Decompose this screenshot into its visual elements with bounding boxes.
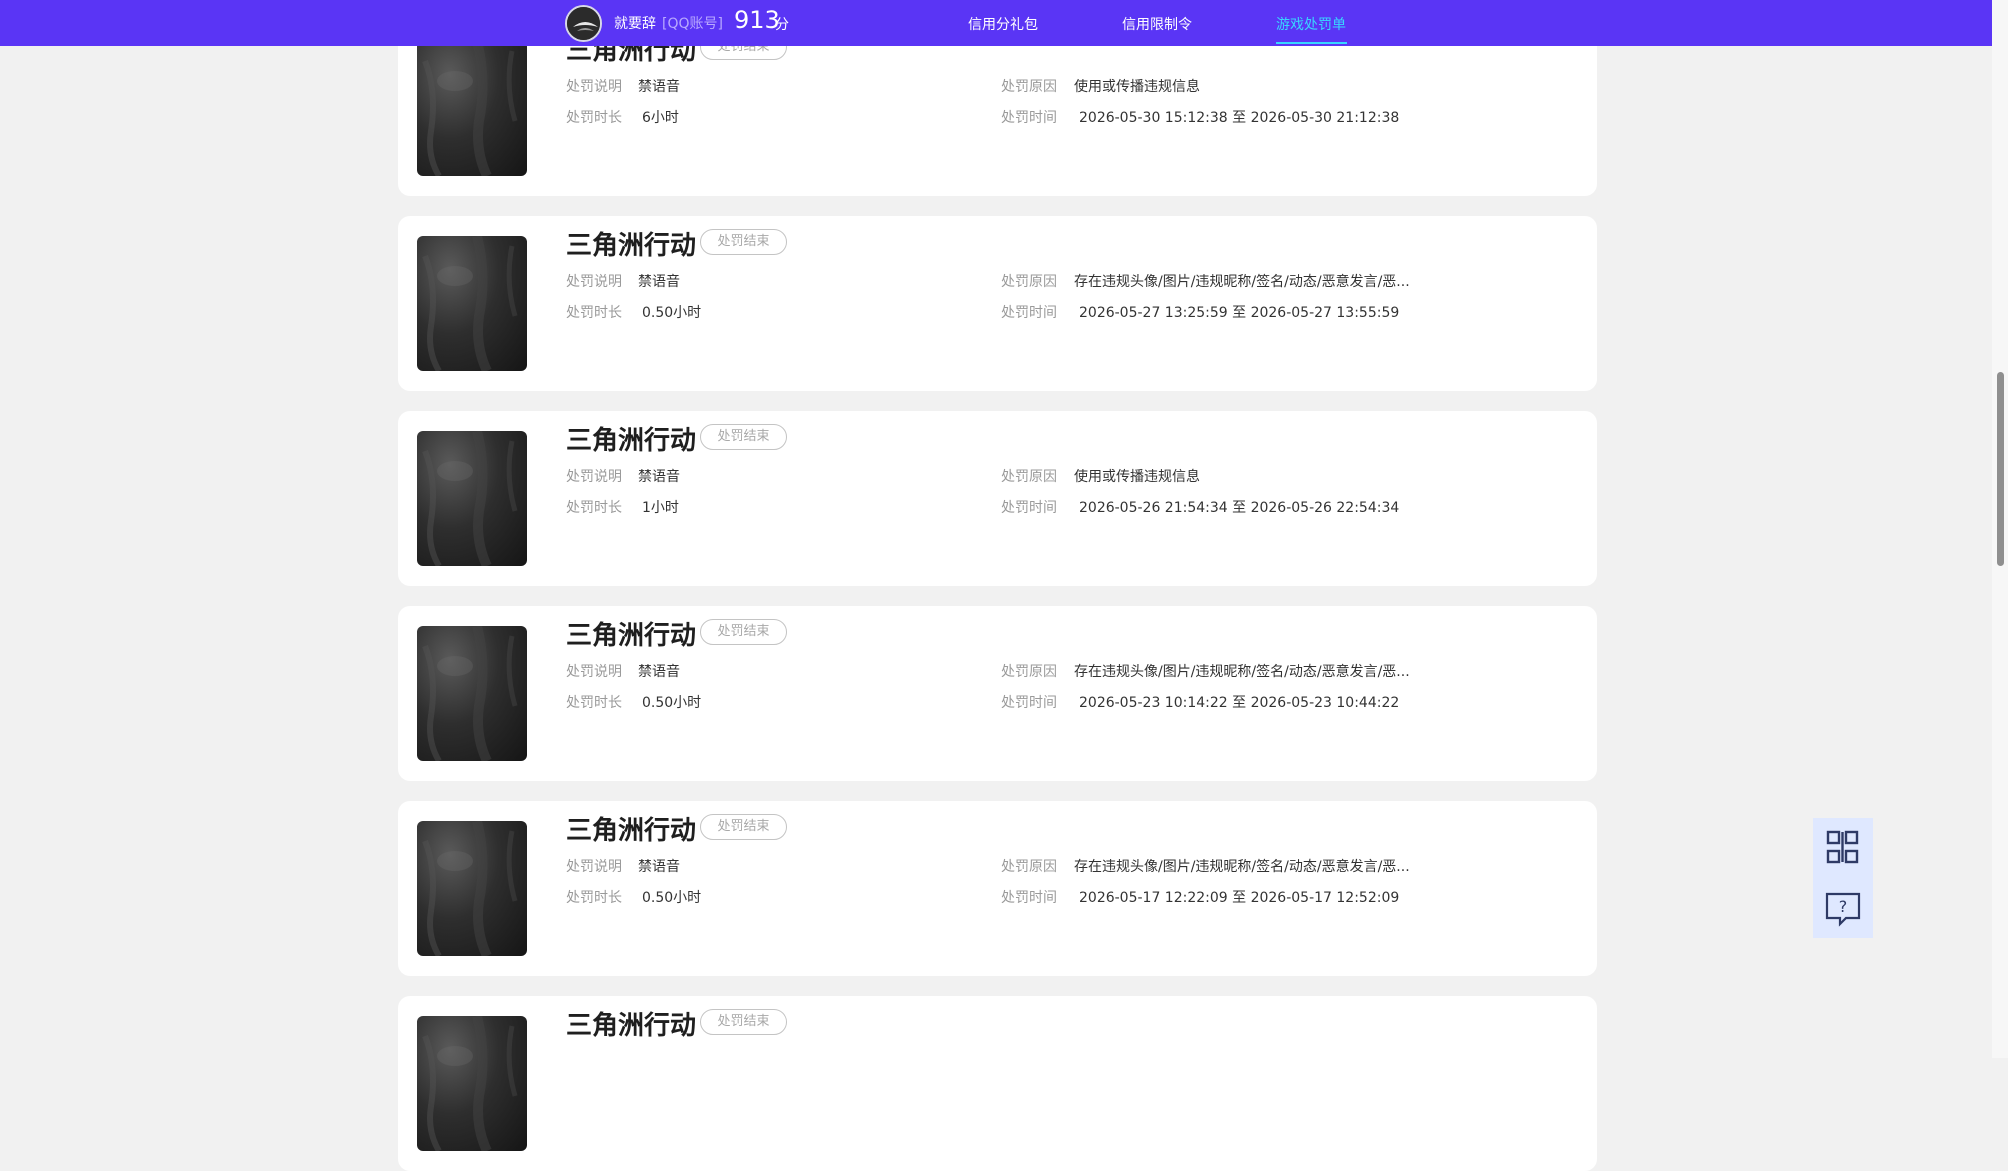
penalty-desc-value: 禁语音 — [638, 274, 680, 290]
game-cover-image — [417, 41, 527, 176]
nav-game-penalty[interactable]: 游戏处罚单 — [1276, 14, 1346, 34]
penalty-duration-label: 处罚时长 — [566, 305, 622, 321]
penalty-record-card: 三角洲行动 处罚结束 — [398, 996, 1597, 1171]
help-chat-button[interactable]: ? — [1813, 878, 1873, 938]
penalty-time-value: 2026-05-30 15:12:38 至 2026-05-30 21:12:3… — [1079, 110, 1400, 126]
penalty-time-value: 2026-05-23 10:14:22 至 2026-05-23 10:44:2… — [1079, 695, 1400, 711]
active-tab-indicator — [1276, 42, 1347, 44]
user-name: 就要辞 — [614, 16, 656, 32]
penalty-reason-label: 处罚原因 — [1001, 664, 1057, 680]
penalty-reason-label: 处罚原因 — [1001, 859, 1057, 875]
penalty-duration-label: 处罚时长 — [566, 500, 622, 516]
penalty-reason-label: 处罚原因 — [1001, 469, 1057, 485]
game-title: 三角洲行动 — [566, 231, 697, 261]
penalty-duration-value: 0.50小时 — [642, 695, 702, 711]
game-title: 三角洲行动 — [566, 816, 697, 846]
penalty-reason-value: 存在违规头像/图片/违规昵称/签名/动态/恶意发言/恶... — [1074, 274, 1410, 290]
game-cover-image — [417, 626, 527, 761]
penalty-duration-value: 0.50小时 — [642, 890, 702, 906]
penalty-time-value: 2026-05-17 12:22:09 至 2026-05-17 12:52:0… — [1079, 890, 1400, 906]
nav-credit-gift[interactable]: 信用分礼包 — [968, 14, 1038, 34]
top-nav-bar: 就要辞 [QQ账号] 913 分 信用分礼包 信用限制令 游戏处罚单 — [0, 0, 1992, 46]
svg-text:?: ? — [1839, 897, 1848, 916]
credit-score: 913 — [734, 6, 780, 34]
penalty-reason-value: 使用或传播违规信息 — [1074, 469, 1200, 485]
penalty-time-label: 处罚时间 — [1001, 695, 1057, 711]
user-avatar[interactable] — [565, 5, 602, 42]
penalty-desc-label: 处罚说明 — [566, 859, 622, 875]
penalty-time-value: 2026-05-26 21:54:34 至 2026-05-26 22:54:3… — [1079, 500, 1400, 516]
penalty-time-label: 处罚时间 — [1001, 890, 1057, 906]
penalty-time-label: 处罚时间 — [1001, 110, 1057, 126]
help-chat-icon: ? — [1825, 892, 1861, 927]
game-cover-image — [417, 821, 527, 956]
penalty-desc-value: 禁语音 — [638, 469, 680, 485]
penalty-time-label: 处罚时间 — [1001, 305, 1057, 321]
qr-code-button[interactable] — [1813, 818, 1873, 878]
penalty-desc-label: 处罚说明 — [566, 274, 622, 290]
penalty-desc-label: 处罚说明 — [566, 79, 622, 95]
penalty-record-card: 三角洲行动 处罚结束 处罚说明 禁语音 处罚时长 6小时 处罚原因 使用或传播违规信息 处罚时间… — [398, 21, 1597, 196]
penalty-desc-label: 处罚说明 — [566, 469, 622, 485]
penalty-record-card: 三角洲行动 处罚结束处罚说明 禁语音 处罚时长 0.50小时 处罚原因 存在违规头像/图片/… — [398, 216, 1597, 391]
account-type-tag: [QQ账号] — [662, 16, 723, 32]
game-cover-image — [417, 236, 527, 371]
penalty-record-card: 三角洲行动 处罚结束处罚说明 禁语音 处罚时长 0.50小时 处罚原因 存在违规头像/图片/… — [398, 606, 1597, 781]
penalty-record-card: 三角洲行动 处罚结束处罚说明 禁语音 处罚时长 0.50小时 处罚原因 存在违规头像/图片/… — [398, 801, 1597, 976]
game-title: 三角洲行动 — [566, 1011, 697, 1041]
penalty-duration-label: 处罚时长 — [566, 110, 622, 126]
status-badge: 处罚结束 — [700, 229, 787, 255]
status-badge: 处罚结束 — [700, 1009, 787, 1035]
status-badge: 处罚结束 — [700, 619, 787, 645]
penalty-reason-label: 处罚原因 — [1001, 79, 1057, 95]
penalty-duration-value: 0.50小时 — [642, 305, 702, 321]
penalty-record-card: 三角洲行动 处罚结束处罚说明 禁语音 处罚时长 1小时 处罚原因 使用或传播违规信息处罚时间… — [398, 411, 1597, 586]
game-title: 三角洲行动 — [566, 621, 697, 651]
credit-score-unit: 分 — [775, 17, 789, 33]
status-badge: 处罚结束 — [700, 424, 787, 450]
penalty-reason-value: 存在违规头像/图片/违规昵称/签名/动态/恶意发言/恶... — [1074, 664, 1410, 680]
penalty-time-value: 2026-05-27 13:25:59 至 2026-05-27 13:55:5… — [1079, 305, 1400, 321]
penalty-duration-value: 6小时 — [642, 110, 679, 126]
penalty-time-label: 处罚时间 — [1001, 500, 1057, 516]
penalty-desc-value: 禁语音 — [638, 859, 680, 875]
game-cover-image — [417, 1016, 527, 1151]
game-title: 三角洲行动 — [566, 426, 697, 456]
game-cover-image — [417, 431, 527, 566]
penalty-desc-label: 处罚说明 — [566, 664, 622, 680]
qr-code-icon — [1826, 830, 1859, 864]
penalty-reason-value: 使用或传播违规信息 — [1074, 79, 1200, 95]
penalty-desc-value: 禁语音 — [638, 664, 680, 680]
nav-credit-restriction[interactable]: 信用限制令 — [1122, 14, 1192, 34]
penalty-duration-label: 处罚时长 — [566, 695, 622, 711]
scrollbar-thumb[interactable] — [1997, 372, 2004, 566]
status-badge: 处罚结束 — [700, 814, 787, 840]
penalty-reason-label: 处罚原因 — [1001, 274, 1057, 290]
penalty-reason-value: 存在违规头像/图片/违规昵称/签名/动态/恶意发言/恶... — [1074, 859, 1410, 875]
penalty-duration-value: 1小时 — [642, 500, 679, 516]
penalty-desc-value: 禁语音 — [638, 79, 680, 95]
penalty-duration-label: 处罚时长 — [566, 890, 622, 906]
